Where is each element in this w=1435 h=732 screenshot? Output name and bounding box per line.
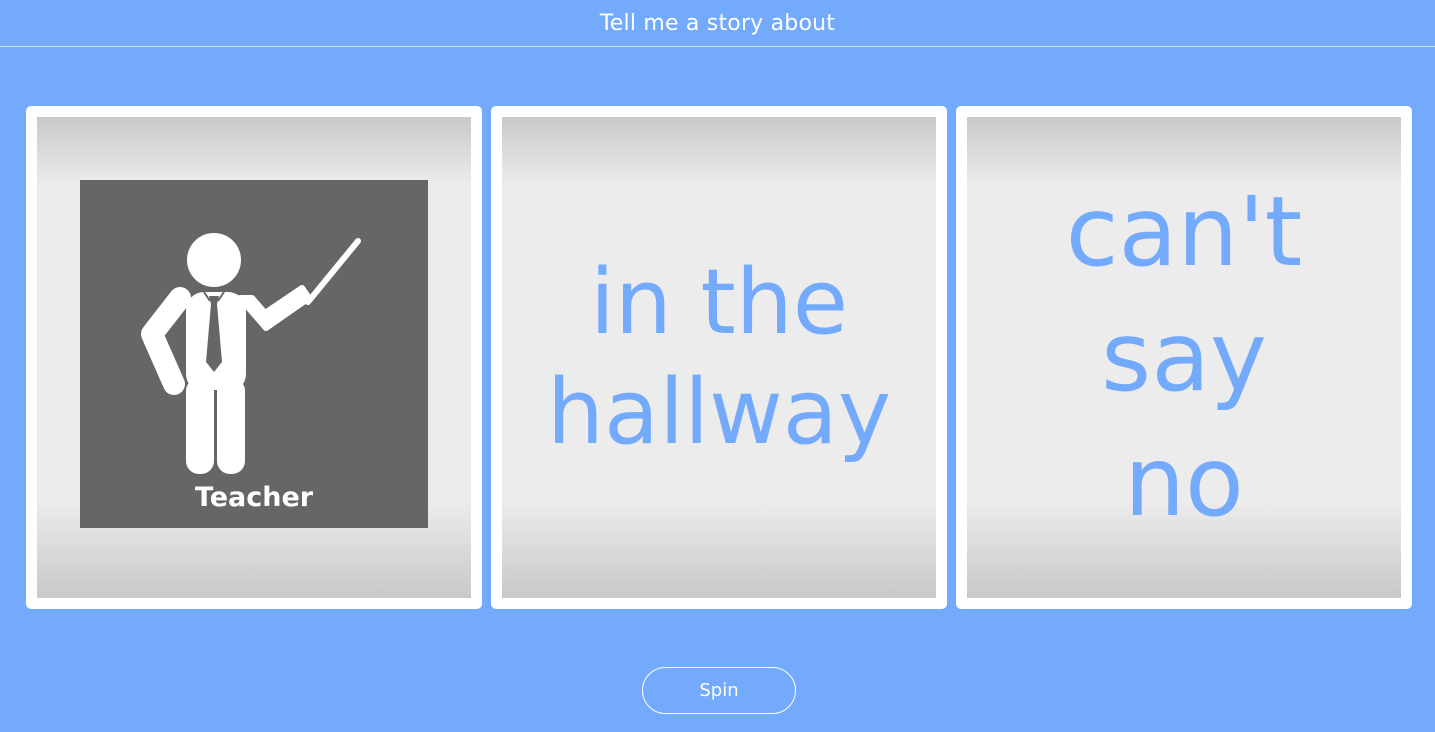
reel-window: can't say no [967, 117, 1401, 598]
page-title: Tell me a story about [599, 10, 836, 36]
picture-card: Teacher [80, 180, 428, 528]
reel-1: Teacher [26, 106, 482, 609]
picture-label: Teacher [194, 482, 314, 513]
reel-window: in the hallway [502, 117, 936, 598]
reel-2: in the hallway [491, 106, 947, 609]
header: Tell me a story about [0, 0, 1435, 47]
teacher-icon [141, 233, 361, 474]
reel-window: Teacher [37, 117, 471, 598]
reel-text: can't say no [1065, 176, 1303, 538]
reel-3: can't say no [956, 106, 1412, 609]
spin-button[interactable]: Spin [642, 667, 796, 714]
reel-text: in the hallway [546, 249, 892, 465]
